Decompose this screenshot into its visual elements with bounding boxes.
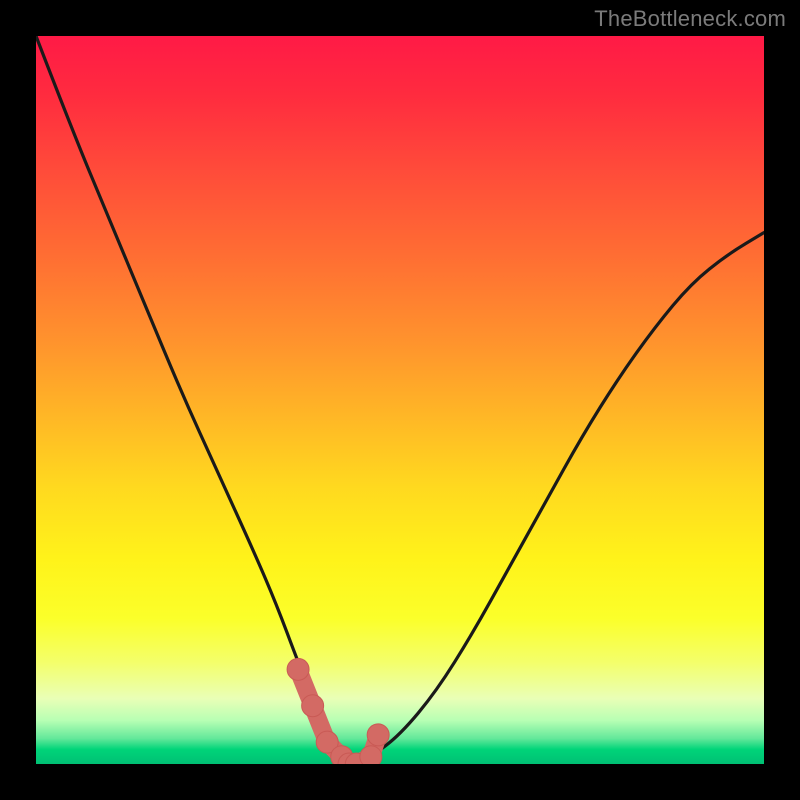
marker-dot	[302, 695, 324, 717]
marker-dot	[367, 724, 389, 746]
watermark-text: TheBottleneck.com	[594, 6, 786, 32]
marker-dot	[360, 746, 382, 764]
chart-frame: TheBottleneck.com	[0, 0, 800, 800]
curve-path	[36, 36, 764, 762]
minimum-markers	[287, 658, 389, 764]
bottleneck-curve	[36, 36, 764, 764]
plot-area	[36, 36, 764, 764]
marker-dot	[287, 658, 309, 680]
